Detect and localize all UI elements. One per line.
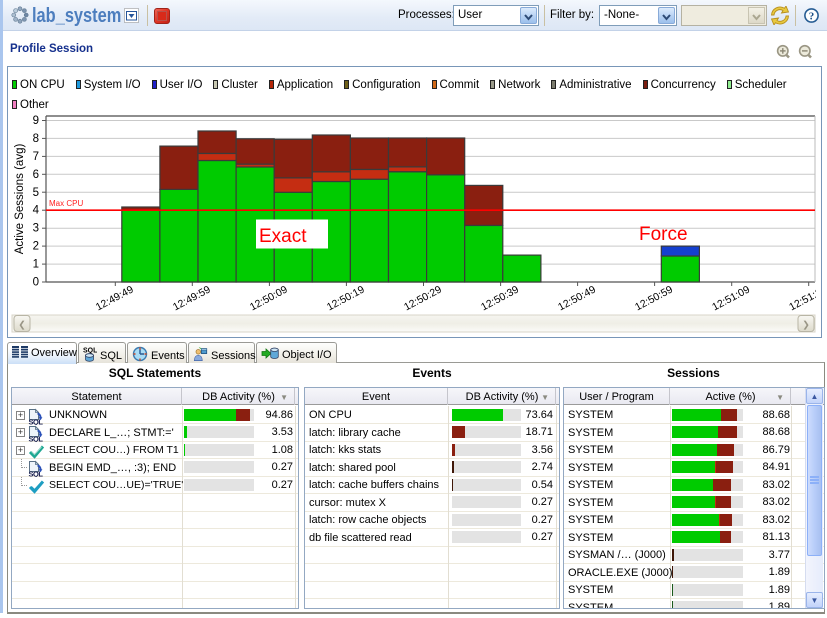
svg-text:12:50:59: 12:50:59 <box>633 283 675 313</box>
svg-text:12:50:19: 12:50:19 <box>325 283 367 313</box>
svg-text:12:49:59: 12:49:59 <box>171 283 213 313</box>
svg-text:1: 1 <box>33 259 39 271</box>
svg-text:12:51:19: 12:51:19 <box>787 283 820 313</box>
svg-text:4: 4 <box>33 205 40 217</box>
svg-text:12:50:09: 12:50:09 <box>248 283 290 313</box>
svg-text:Exact: Exact <box>259 226 307 247</box>
svg-text:❯: ❯ <box>802 320 810 331</box>
svg-text:❮: ❮ <box>18 320 26 331</box>
svg-text:?: ? <box>809 11 815 23</box>
svg-text:12:51:09: 12:51:09 <box>710 283 752 313</box>
svg-text:7: 7 <box>33 151 39 163</box>
svg-text:12:50:49: 12:50:49 <box>556 283 598 313</box>
svg-text:12:50:39: 12:50:39 <box>479 283 521 313</box>
svg-text:12:49:49: 12:49:49 <box>94 283 136 313</box>
svg-text:12:50:29: 12:50:29 <box>402 283 444 313</box>
svg-text:6: 6 <box>33 169 39 181</box>
svg-text:Force: Force <box>639 224 688 245</box>
svg-text:2: 2 <box>33 241 39 253</box>
svg-text:8: 8 <box>33 133 39 145</box>
svg-text:Active Sessions (avg): Active Sessions (avg) <box>14 144 26 255</box>
svg-text:3: 3 <box>33 223 39 235</box>
svg-text:5: 5 <box>33 187 39 199</box>
svg-text:0: 0 <box>33 277 39 289</box>
svg-text:Max CPU: Max CPU <box>49 199 83 208</box>
svg-text:9: 9 <box>33 115 39 127</box>
